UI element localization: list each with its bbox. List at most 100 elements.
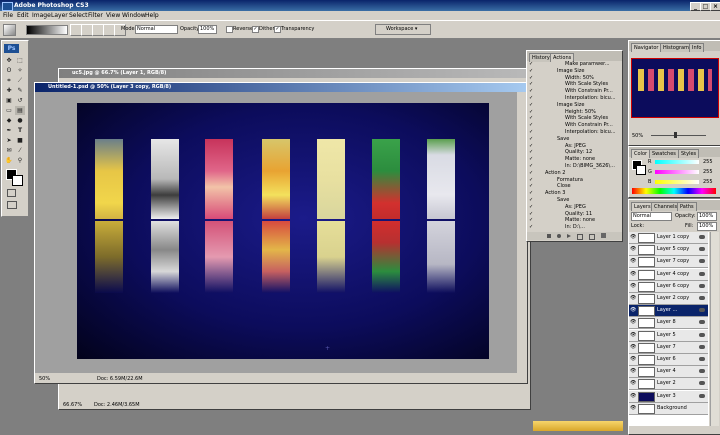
eye-icon[interactable]: 👁 bbox=[630, 296, 636, 301]
transparency-checkbox[interactable]: ✓ bbox=[274, 26, 281, 33]
action-toggle-icon[interactable]: ✓ bbox=[529, 211, 534, 217]
action-toggle-icon[interactable]: ✓ bbox=[529, 218, 534, 223]
layer-row[interactable]: 👁 Layer 5 copy bbox=[629, 244, 708, 257]
slice-tool-icon[interactable]: ⟋ bbox=[15, 76, 25, 85]
layer-effects-icon[interactable] bbox=[699, 357, 705, 361]
layer-effects-icon[interactable] bbox=[699, 344, 705, 349]
action-toggle-icon[interactable]: ✓ bbox=[529, 184, 534, 189]
crop-tool-icon[interactable]: ⌗ bbox=[4, 76, 14, 85]
menu-edit[interactable]: Edit bbox=[17, 12, 29, 19]
gradient-picker[interactable] bbox=[26, 25, 68, 35]
eraser-tool-icon[interactable]: ▭ bbox=[4, 106, 14, 115]
layer-effects-icon[interactable] bbox=[699, 320, 705, 325]
channel-b-slider[interactable] bbox=[655, 180, 699, 184]
trash-icon[interactable] bbox=[601, 233, 606, 238]
app-title-bar[interactable]: Adobe Photoshop CS3 _ □ × bbox=[0, 0, 720, 11]
layer-row[interactable]: 👁 Layer 1 copy bbox=[629, 232, 708, 244]
layer-effects-icon[interactable] bbox=[699, 259, 705, 264]
layer-row[interactable]: 👁 Layer 2 copy bbox=[629, 293, 708, 305]
magic-wand-icon[interactable]: ✧ bbox=[15, 66, 25, 75]
channel-r-value[interactable]: 255 bbox=[703, 159, 713, 165]
eye-icon[interactable]: 👁 bbox=[630, 308, 636, 313]
eye-icon[interactable]: 👁 bbox=[630, 283, 636, 289]
layer-row[interactable]: 👁 Layer 7 copy bbox=[629, 256, 708, 269]
eye-icon[interactable]: 👁 bbox=[630, 320, 636, 325]
document-title[interactable]: uc5.jpg @ 66.7% (Layer 1, RGB/8) bbox=[59, 69, 530, 78]
background-color-swatch[interactable] bbox=[12, 175, 23, 186]
lasso-tool-icon[interactable]: ʘ bbox=[4, 66, 14, 75]
action-toggle-icon[interactable]: ✓ bbox=[529, 191, 534, 196]
action-toggle-icon[interactable]: ✓ bbox=[529, 170, 534, 176]
layer-effects-icon[interactable] bbox=[699, 271, 705, 276]
canvas-area[interactable]: + bbox=[35, 92, 517, 373]
fill-field[interactable]: 100% bbox=[697, 222, 717, 231]
menu-filter[interactable]: Filter bbox=[88, 12, 103, 19]
eye-icon[interactable]: 👁 bbox=[630, 405, 636, 411]
tab-swatches[interactable]: Swatches bbox=[649, 149, 679, 158]
menu-help[interactable]: Help bbox=[145, 12, 159, 19]
layer-opacity-field[interactable]: 100% bbox=[697, 212, 717, 221]
new-action-icon[interactable] bbox=[589, 234, 595, 240]
action-toggle-icon[interactable]: ✓ bbox=[529, 75, 534, 81]
action-step[interactable]: ✓ In: D:\... bbox=[527, 224, 620, 231]
layer-effects-icon[interactable] bbox=[699, 296, 705, 300]
quick-mask-icon[interactable] bbox=[7, 189, 16, 197]
action-toggle-icon[interactable]: ✓ bbox=[529, 109, 534, 115]
eye-icon[interactable]: 👁 bbox=[630, 381, 636, 386]
tab-paths[interactable]: Paths bbox=[677, 202, 697, 211]
shape-tool-icon[interactable]: ■ bbox=[15, 136, 25, 145]
stamp-tool-icon[interactable]: ▣ bbox=[4, 96, 14, 105]
minimized-document-bar[interactable] bbox=[533, 421, 623, 431]
hand-tool-icon[interactable]: ✋ bbox=[4, 156, 14, 165]
record-icon[interactable] bbox=[557, 234, 561, 238]
layer-row[interactable]: 👁 Layer ... bbox=[629, 305, 708, 318]
notes-tool-icon[interactable]: ✉ bbox=[4, 146, 14, 155]
ps-badge[interactable]: Ps bbox=[4, 44, 19, 53]
zoom-tool-icon[interactable]: ⚲ bbox=[15, 156, 25, 165]
action-toggle-icon[interactable]: ✓ bbox=[529, 164, 534, 169]
path-selection-icon[interactable]: ➤ bbox=[4, 136, 14, 145]
eyedropper-icon[interactable]: ⁄ bbox=[15, 146, 25, 155]
move-tool-icon[interactable]: ✥ bbox=[4, 56, 14, 65]
menu-select[interactable]: Select bbox=[69, 12, 88, 19]
action-toggle-icon[interactable]: ✓ bbox=[529, 204, 534, 210]
channel-r-slider[interactable] bbox=[655, 160, 699, 164]
opacity-field[interactable]: 100% bbox=[198, 25, 217, 34]
gradient-tool-icon[interactable] bbox=[3, 24, 16, 36]
marquee-tool-icon[interactable]: ⬚ bbox=[15, 56, 25, 65]
layer-row[interactable]: 👁 Layer 3 bbox=[629, 390, 708, 403]
eye-icon[interactable]: 👁 bbox=[630, 247, 636, 252]
screen-mode-icon[interactable] bbox=[7, 201, 17, 209]
action-toggle-icon[interactable]: ✓ bbox=[529, 150, 534, 155]
menu-layer[interactable]: Layer bbox=[51, 12, 68, 19]
menu-window[interactable]: Window bbox=[122, 12, 146, 19]
layer-row[interactable]: 👁 Layer 6 copy bbox=[629, 280, 708, 293]
new-set-icon[interactable] bbox=[577, 234, 583, 240]
menu-image[interactable]: Image bbox=[32, 12, 51, 19]
layer-effects-icon[interactable] bbox=[699, 235, 705, 239]
tab-color[interactable]: Color bbox=[631, 149, 651, 158]
eye-icon[interactable]: 👁 bbox=[630, 369, 636, 374]
workspace-button[interactable]: Workspace ▾ bbox=[375, 24, 431, 35]
blend-mode-select[interactable]: Normal bbox=[631, 212, 672, 221]
gradient-tool-icon[interactable]: ▤ bbox=[15, 106, 25, 115]
layer-effects-icon[interactable] bbox=[699, 369, 705, 374]
zoom-slider-handle[interactable] bbox=[674, 132, 677, 138]
layer-effects-icon[interactable] bbox=[699, 381, 705, 386]
background-color-swatch[interactable] bbox=[636, 165, 646, 175]
zoom-readout[interactable]: 50% bbox=[39, 375, 50, 383]
action-toggle-icon[interactable]: ✓ bbox=[529, 82, 534, 87]
action-toggle-icon[interactable]: ✓ bbox=[529, 116, 534, 121]
healing-brush-icon[interactable]: ✚ bbox=[4, 86, 14, 95]
layer-row[interactable]: 👁 Layer 5 bbox=[629, 329, 708, 342]
layer-effects-icon[interactable] bbox=[699, 393, 705, 398]
mode-select[interactable]: Normal bbox=[135, 25, 178, 34]
zoom-slider[interactable] bbox=[651, 135, 706, 136]
layer-effects-icon[interactable] bbox=[699, 332, 705, 337]
layer-row[interactable]: 👁 Layer 7 bbox=[629, 341, 708, 354]
layer-effects-icon[interactable] bbox=[699, 308, 705, 313]
layer-row[interactable]: 👁 Layer 4 copy bbox=[629, 268, 708, 281]
action-toggle-icon[interactable]: ✓ bbox=[529, 225, 534, 230]
action-toggle-icon[interactable]: ✓ bbox=[529, 198, 534, 203]
eye-icon[interactable]: 👁 bbox=[630, 393, 636, 399]
